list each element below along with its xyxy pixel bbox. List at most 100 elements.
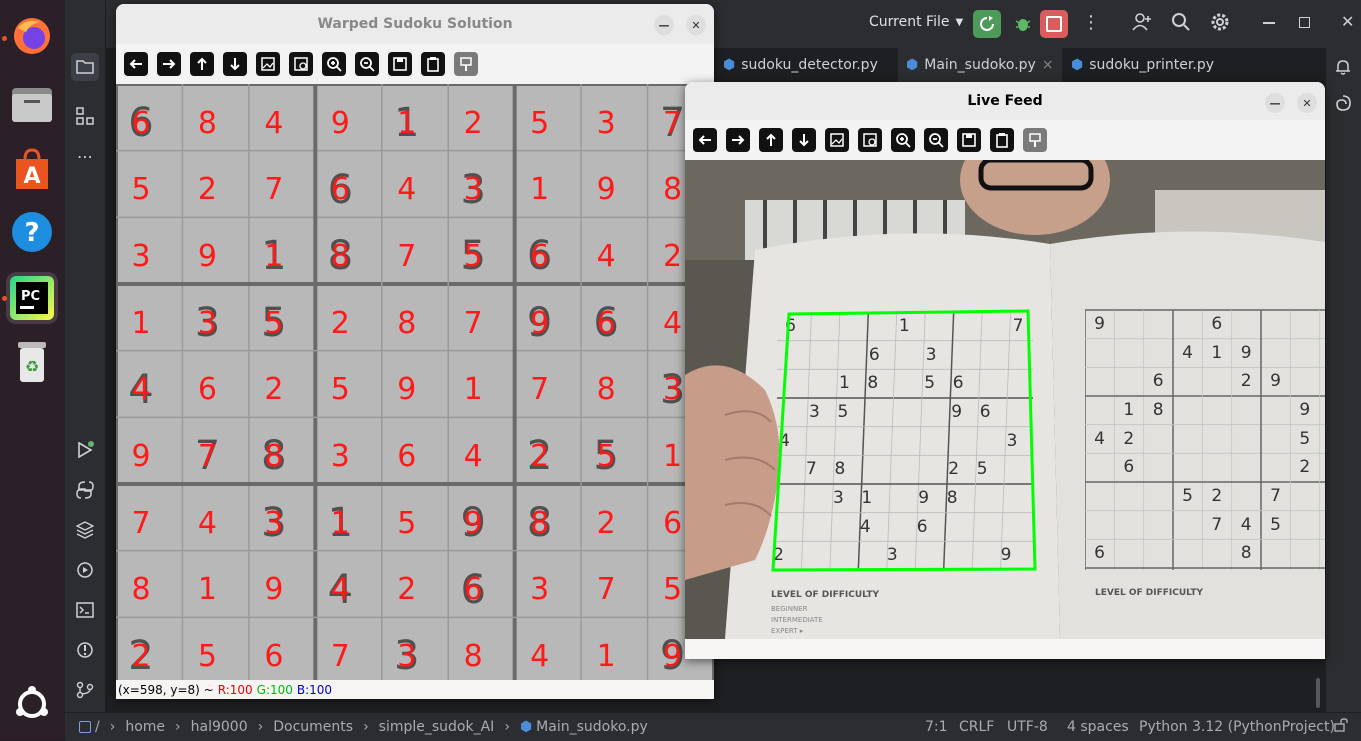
git-icon[interactable] [73,678,97,702]
solution-digit: 8 [530,506,549,541]
pan-down-button[interactable] [792,128,816,152]
properties-button[interactable] [454,52,478,76]
pan-left-button[interactable] [124,52,148,76]
python-interpreter[interactable]: Python 3.12 (PythonProject) [1139,719,1335,735]
save-icon [961,132,977,148]
run-tool-icon[interactable] [73,438,97,462]
sudoku-cell: 6 [174,357,240,423]
tab-main-sudoko[interactable]: ⬢ Main_sudoko.py × [898,48,1062,84]
zoom-in-button[interactable] [322,52,346,76]
sudoku-cell: 4 [573,223,639,289]
breadcrumb-documents[interactable]: Documents [273,719,353,735]
rerun-button[interactable] [973,10,1001,38]
tab-sudoku-detector[interactable]: ⬢ sudoku_detector.py [715,48,886,82]
breadcrumb-home[interactable]: home [125,719,165,735]
maximize-icon[interactable] [1299,17,1310,28]
debug-button[interactable] [1009,10,1037,38]
solution-digit: 3 [397,639,416,674]
solution-digit: 6 [464,572,483,607]
copy-clipboard-button[interactable] [421,52,445,76]
camera-frame[interactable]: 6176318563596437825319846239 96419629189… [685,160,1325,639]
breadcrumb-separator-icon: › [110,719,116,735]
save-button[interactable] [388,52,412,76]
pan-up-button[interactable] [190,52,214,76]
indent-setting[interactable]: 4 spaces [1067,719,1129,735]
python-console-icon[interactable] [73,478,97,502]
search-icon[interactable] [1171,12,1191,36]
pan-right-button[interactable] [726,128,750,152]
pan-left-button[interactable] [693,128,717,152]
window-titlebar[interactable]: Live Feed — ✕ [685,82,1325,120]
save-button[interactable] [957,128,981,152]
close-button[interactable]: ✕ [686,15,706,35]
run-config-selector[interactable]: Current File ▼ [869,14,963,30]
unlock-icon[interactable] [1334,718,1348,736]
zoom-out-button[interactable] [355,52,379,76]
solution-digit: 7 [663,106,682,141]
more-tools-icon[interactable]: ⋯ [73,144,97,168]
project-folder-icon[interactable] [71,53,99,81]
editor-scrollbar[interactable] [1316,678,1320,708]
gear-icon[interactable] [1210,12,1230,36]
sudoku-cell: 7 [573,557,639,623]
blue-value: B:100 [297,683,332,697]
trash-icon[interactable]: ♻ [8,338,56,386]
sudoku-cell: 66 [116,90,174,156]
window-titlebar[interactable]: Warped Sudoku Solution — ✕ [116,4,714,44]
zoom-fit-button[interactable] [858,128,882,152]
services-icon[interactable] [73,558,97,582]
layers-icon[interactable] [73,518,97,542]
sudoku-cell: 1 [507,157,573,223]
terminal-icon[interactable] [73,598,97,622]
solution-digit: 4 [198,506,217,541]
tab-label: sudoku_printer.py [1089,57,1214,73]
pycharm-icon[interactable]: PC [6,272,58,324]
zoom-original-button[interactable] [825,128,849,152]
puzzle-digit: 6 [1119,453,1138,481]
add-user-icon[interactable] [1132,12,1152,36]
app-center-icon[interactable]: A [8,145,56,193]
problems-icon[interactable] [73,638,97,662]
pan-up-button[interactable] [759,128,783,152]
zoom-original-button[interactable] [256,52,280,76]
bug-icon [1014,15,1032,33]
puzzle-digit: 6 [1149,367,1168,395]
close-icon[interactable]: ✕ [1341,12,1354,31]
notifications-icon[interactable] [1334,58,1352,80]
help-icon[interactable]: ? [8,208,56,256]
pan-right-button[interactable] [157,52,181,76]
caret-position[interactable]: 7:1 [925,719,948,735]
pan-down-button[interactable] [223,52,247,76]
structure-icon[interactable] [73,104,97,128]
properties-button[interactable] [1023,128,1047,152]
tab-sudoku-printer[interactable]: ⬢ sudoku_printer.py [1063,48,1222,82]
warped-sudoku-image[interactable]: 6684911253775276643319839118875566421335… [116,84,714,684]
ai-assistant-icon[interactable] [1334,94,1352,116]
close-button[interactable]: ✕ [1297,93,1317,113]
files-icon[interactable] [8,80,56,128]
copy-clipboard-button[interactable] [990,128,1014,152]
firefox-icon[interactable] [8,12,56,60]
sudoku-cell: 3 [307,423,373,489]
breadcrumb-user[interactable]: hal9000 [191,719,248,735]
breadcrumb-project[interactable]: simple_sudok_AI [379,719,495,735]
save-icon [392,56,408,72]
line-ending[interactable]: CRLF [959,719,994,735]
zoom-in-button[interactable] [891,128,915,152]
file-encoding[interactable]: UTF-8 [1007,719,1048,735]
minimize-button[interactable]: — [1265,93,1285,113]
stop-button[interactable] [1040,10,1068,38]
show-apps-icon[interactable] [8,680,56,728]
solution-digit: 4 [530,639,549,674]
breadcrumb-file[interactable]: Main_sudoko.py [536,719,648,735]
solution-digit: 7 [331,639,350,674]
sudoku-cell: 3 [116,223,174,289]
sudoku-cell: 6 [241,623,307,684]
minimize-button[interactable]: — [654,15,674,35]
close-tab-icon[interactable]: × [1042,57,1054,73]
zoom-out-button[interactable] [924,128,948,152]
zoom-fit-button[interactable] [289,52,313,76]
breadcrumb-root[interactable]: / [95,719,100,735]
more-actions-icon[interactable]: ⋮ [1082,12,1100,33]
minimize-icon[interactable] [1263,22,1275,24]
